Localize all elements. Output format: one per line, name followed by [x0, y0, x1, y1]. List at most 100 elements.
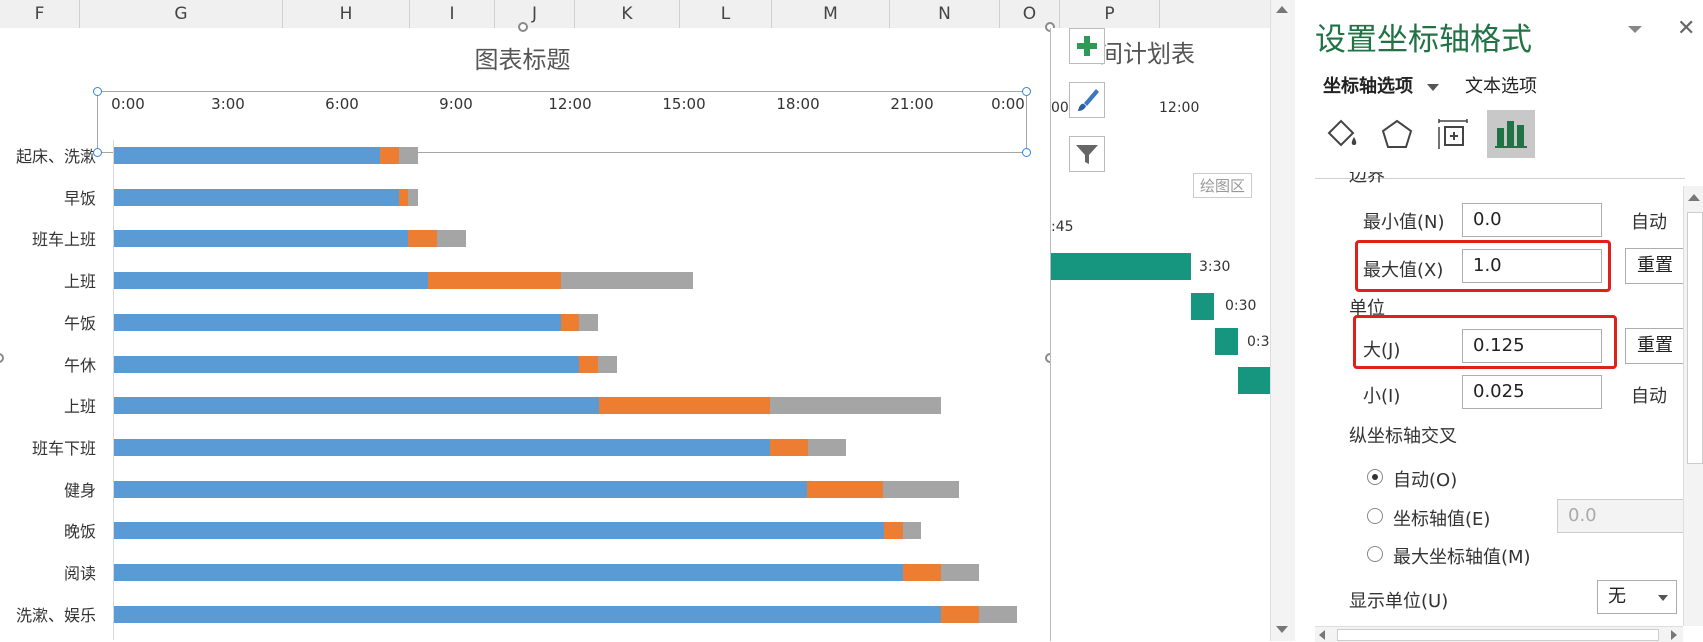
bar-segment-slack[interactable] — [560, 272, 694, 290]
column-header-L[interactable]: L — [680, 0, 772, 28]
axis-options-tab-selected[interactable] — [1487, 110, 1535, 158]
chart-resize-handle-top[interactable] — [518, 22, 528, 32]
category-label: 健身 — [63, 480, 96, 500]
bar-segment-start[interactable] — [114, 480, 808, 498]
bar-segment-slack[interactable] — [807, 438, 846, 456]
column-header-M[interactable]: M — [772, 0, 890, 28]
pane-scroll-right-arrow[interactable] — [1671, 630, 1677, 640]
bar-segment-slack[interactable] — [399, 147, 418, 164]
category-label: 午休 — [63, 355, 96, 375]
scroll-down-arrow[interactable] — [1276, 626, 1288, 633]
bar-segment-duration[interactable] — [883, 522, 903, 540]
max-reset-button[interactable]: 重置 — [1625, 248, 1685, 284]
bar-segment-start[interactable] — [114, 564, 903, 581]
column-header-N[interactable]: N — [890, 0, 1000, 28]
bar-segment-start[interactable] — [114, 147, 381, 164]
radio-axis-value-label[interactable]: 坐标轴值(E) — [1393, 505, 1490, 531]
category-label: 午饭 — [63, 313, 96, 333]
bar-segment-duration[interactable] — [598, 397, 770, 415]
size-properties-tab[interactable] — [1433, 115, 1473, 155]
tab-text-options[interactable]: 文本选项 — [1465, 72, 1537, 98]
max-input[interactable]: 1.0 — [1462, 249, 1602, 283]
bar-segment-duration[interactable] — [579, 355, 599, 373]
pane-horizontal-scrollbar[interactable] — [1315, 626, 1683, 642]
axis-handle-tr[interactable] — [1022, 87, 1031, 96]
minor-input[interactable]: 0.025 — [1462, 375, 1602, 409]
pane-scroll-thumb[interactable] — [1687, 212, 1703, 464]
pentagon-icon — [1381, 119, 1413, 148]
pane-close-icon[interactable]: ✕ — [1677, 16, 1695, 41]
radio-auto[interactable] — [1367, 469, 1383, 485]
tab-axis-options[interactable]: 坐标轴选项 — [1323, 72, 1440, 98]
bar-segment-start[interactable] — [114, 438, 770, 456]
bar-segment-start[interactable] — [114, 313, 561, 331]
chart-title[interactable]: 图表标题 — [400, 40, 645, 75]
pane-scroll-left-arrow[interactable] — [1319, 630, 1325, 640]
category-label: 早饭 — [63, 188, 96, 208]
axis-tick-label: 12:00 — [548, 95, 592, 113]
chart-filters-button[interactable] — [1069, 136, 1105, 172]
bar-segment-slack[interactable] — [579, 313, 599, 331]
bar-segment-start[interactable] — [114, 230, 409, 248]
radio-max-axis-value-label[interactable]: 最大坐标轴值(M) — [1393, 543, 1531, 569]
axis-handle-bl[interactable] — [93, 148, 102, 157]
axis-handle-br[interactable] — [1022, 148, 1031, 157]
bar-segment-start[interactable] — [114, 397, 599, 415]
chart-styles-button[interactable] — [1069, 82, 1105, 118]
bar-segment-start[interactable] — [114, 188, 399, 206]
column-header-K[interactable]: K — [575, 0, 680, 28]
category-label: 起床、洗漱 — [15, 147, 96, 166]
pane-hscroll-thumb[interactable] — [1337, 629, 1659, 641]
bar-segment-duration[interactable] — [427, 272, 561, 290]
effects-tab[interactable] — [1377, 115, 1417, 155]
min-input[interactable]: 0.0 — [1462, 203, 1602, 237]
bar-segment-duration[interactable] — [807, 480, 884, 498]
bar-segment-slack[interactable] — [883, 480, 960, 498]
bar-segment-start[interactable] — [114, 522, 884, 540]
bar-segment-slack[interactable] — [940, 564, 979, 581]
radio-auto-label[interactable]: 自动(O) — [1393, 466, 1457, 492]
column-header-G[interactable]: G — [80, 0, 283, 28]
bar-label: 0:30 — [1247, 334, 1271, 350]
bar-segment-slack[interactable] — [978, 605, 1017, 623]
bar-segment-duration[interactable] — [399, 188, 409, 206]
bar-segment-duration[interactable] — [380, 147, 399, 164]
bar-segment-slack[interactable] — [902, 522, 922, 540]
radio-max-axis-value[interactable] — [1367, 546, 1383, 562]
sheet-vertical-scrollbar[interactable] — [1270, 0, 1296, 641]
major-reset-button[interactable]: 重置 — [1625, 328, 1685, 364]
axis-tick-label: 6:00 — [325, 95, 359, 113]
bar-segment-duration[interactable] — [940, 605, 979, 623]
bar-segment-slack[interactable] — [408, 188, 418, 206]
category-label: 洗漱、娱乐 — [15, 605, 96, 625]
bar-segment-start[interactable] — [114, 272, 428, 290]
bar-segment-slack[interactable] — [769, 397, 941, 415]
axis-value-input[interactable]: 0.0 — [1557, 499, 1685, 533]
fill-line-tab[interactable] — [1323, 115, 1363, 155]
column-header-F[interactable]: F — [0, 0, 80, 28]
bar-segment-duration[interactable] — [902, 564, 941, 581]
bar-segment-slack[interactable] — [598, 355, 618, 373]
second-chart[interactable]: 间计划表 绘图区 00 12:00 :45 3:30 0:30 0:30 — [1050, 28, 1271, 641]
tick-noon: 12:00 — [1159, 100, 1200, 116]
bar-segment-start[interactable] — [114, 355, 580, 373]
pane-dropdown-icon[interactable] — [1628, 26, 1642, 33]
bar-segment-slack[interactable] — [437, 230, 466, 248]
chart-elements-button[interactable] — [1069, 28, 1105, 64]
column-header-J[interactable]: J — [495, 0, 575, 28]
gantt-chart[interactable]: 图表标题 0:00 3:00 6:00 9:00 12:00 15:00 18:00 21:0… — [0, 22, 1055, 641]
display-units-select[interactable]: 无 — [1597, 580, 1677, 614]
column-header-I[interactable]: I — [410, 0, 495, 28]
scroll-up-arrow[interactable] — [1276, 6, 1288, 13]
bar-segment-duration[interactable] — [408, 230, 438, 248]
column-header-P[interactable]: P — [1060, 0, 1160, 28]
major-input[interactable]: 0.125 — [1462, 329, 1602, 363]
bar-segment-duration[interactable] — [560, 313, 580, 331]
axis-handle-tl[interactable] — [93, 87, 102, 96]
radio-axis-value[interactable] — [1367, 508, 1383, 524]
bar-segment-start[interactable] — [114, 605, 941, 623]
column-header-H[interactable]: H — [283, 0, 410, 28]
bar-segment-duration[interactable] — [769, 438, 808, 456]
pane-scroll-up-arrow[interactable] — [1688, 194, 1700, 201]
pane-vertical-scrollbar[interactable] — [1683, 186, 1703, 626]
